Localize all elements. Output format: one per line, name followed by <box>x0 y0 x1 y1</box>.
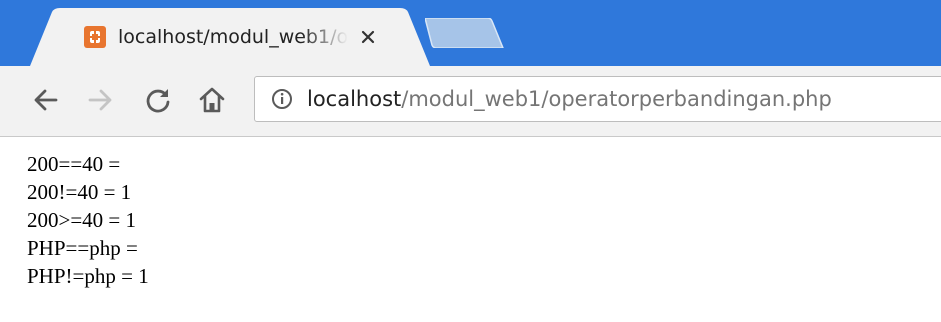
forward-button[interactable] <box>82 82 118 118</box>
output-line: 200>=40 = 1 <box>27 208 137 232</box>
back-arrow-icon <box>34 89 58 111</box>
reload-icon <box>146 89 170 113</box>
home-button[interactable] <box>194 82 230 118</box>
back-button[interactable] <box>28 82 64 118</box>
browser-window: localhost/modul_web1/o localhost/modul_w… <box>0 0 941 322</box>
reload-button[interactable] <box>140 82 176 118</box>
output-line: 200==40 = <box>27 152 121 176</box>
active-tab[interactable]: localhost/modul_web1/o <box>30 8 440 66</box>
new-tab-button[interactable] <box>425 18 505 48</box>
close-icon <box>361 30 375 44</box>
page-content: 200==40 = 200!=40 = 1 200>=40 = 1 PHP==p… <box>27 150 627 290</box>
address-bar[interactable]: localhost/modul_web1/operatorperbandinga… <box>254 76 941 122</box>
tab-strip: localhost/modul_web1/o <box>0 0 941 66</box>
close-tab-button[interactable] <box>356 25 380 49</box>
url-path: /modul_web1/operatorperbandingan.php <box>401 87 832 111</box>
xampp-icon <box>84 26 106 48</box>
forward-arrow-icon <box>88 89 112 111</box>
output-line: PHP!=php = 1 <box>27 264 149 288</box>
toolbar: localhost/modul_web1/operatorperbandinga… <box>0 66 941 137</box>
output-line: 200!=40 = 1 <box>27 180 132 204</box>
info-icon[interactable] <box>271 88 293 110</box>
output-line: PHP==php = <box>27 236 138 260</box>
url-host: localhost <box>307 87 402 111</box>
tab-title: localhost/modul_web1/o <box>118 26 348 48</box>
home-icon <box>199 87 225 113</box>
url-text: localhost/modul_web1/operatorperbandinga… <box>307 77 832 121</box>
